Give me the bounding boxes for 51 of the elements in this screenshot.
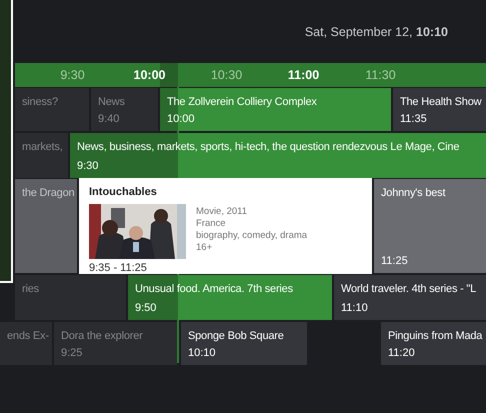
programme-time: 9:25	[61, 346, 84, 360]
programme-cell[interactable]: The Health Show 11:35	[393, 88, 486, 131]
time-label: 10:30	[210, 66, 244, 84]
popup-time: 9:35 - 11:25	[89, 260, 148, 276]
programme-title: World traveler. 4th series - "L	[341, 282, 478, 297]
programme-cell[interactable]: Johnny's best 11:25	[374, 179, 486, 273]
programme-cell[interactable]: markets,	[15, 133, 68, 178]
programme-title: siness?	[22, 95, 59, 110]
programme-title: Dora the explorer	[61, 329, 144, 344]
popup-info: biography, comedy, drama	[196, 230, 308, 242]
programme-title: Pinguins from Mada	[388, 329, 483, 344]
programme-cell[interactable]: the Dragon	[15, 179, 77, 273]
programme-title: News	[98, 95, 126, 110]
programme-cell[interactable]: Dora the explorer 9:25	[54, 322, 177, 365]
popup-info: 16+	[196, 242, 214, 254]
time-label: 11:00	[286, 66, 320, 84]
time-label: 9:30	[59, 66, 86, 84]
programme-time: 11:20	[388, 346, 416, 360]
programme-time: 9:30	[77, 158, 100, 174]
programme-cell[interactable]: Pinguins from Mada 11:20	[381, 322, 486, 365]
date-time: Sat, September 12, 10:10	[304, 24, 448, 42]
programme-cell[interactable]: News 9:40	[91, 88, 158, 131]
programme-title: News, business, markets, sports, hi-tech, the question rendezvous Le Mage, Cine	[77, 140, 460, 155]
programme-time: 11:10	[341, 300, 369, 316]
programme-cell[interactable]: The Zollverein Colliery Complex 10:00	[160, 88, 391, 131]
time-label: 10:00	[132, 66, 166, 84]
programme-title: The Zollverein Colliery Complex	[167, 95, 318, 110]
programme-cell[interactable]: News, business, markets, sports, hi-tech, the question rendezvous Le Mage, Cine 9:30	[70, 133, 486, 178]
popup-info: France	[196, 218, 227, 230]
programme-title: Unusual food. America. 7th series	[135, 282, 294, 297]
popup-title: Intouchables	[89, 185, 158, 200]
programme-time: 11:35	[400, 112, 428, 126]
programme-title: The Health Show	[400, 95, 479, 110]
programme-cell[interactable]: ends Ex-	[0, 322, 52, 365]
programme-time: 9:40	[98, 112, 120, 126]
time-label: 11:30	[364, 66, 397, 84]
programme-time: 11:25	[381, 254, 409, 268]
programme-cell[interactable]: siness?	[15, 88, 89, 131]
programme-cell[interactable]: World traveler. 4th series - "L 11:10	[334, 275, 486, 320]
programme-title: Johnny's best	[381, 186, 446, 201]
programme-title: markets,	[22, 140, 61, 155]
programme-time: 10:10	[188, 346, 217, 360]
programme-time: 9:50	[135, 300, 158, 316]
elapsed-shade	[128, 275, 178, 320]
programme-title: ries	[22, 282, 40, 297]
programme-cell[interactable]: Unusual food. America. 7th series 9:50	[128, 275, 332, 320]
programme-title: Sponge Bob Square	[188, 329, 285, 344]
programme-time: 10:00	[167, 112, 196, 126]
programme-cell[interactable]: Sponge Bob Square 10:10	[181, 322, 307, 365]
programme-cell[interactable]: ries	[15, 275, 126, 320]
popup-info: Movie, 2011	[196, 206, 248, 218]
